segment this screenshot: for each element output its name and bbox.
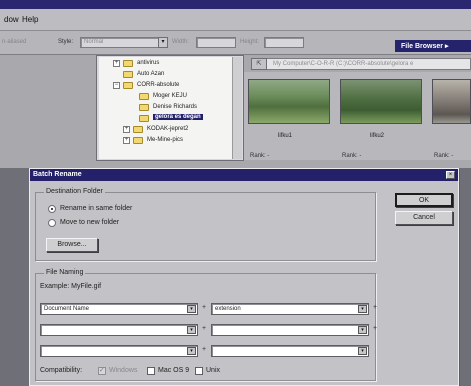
thumbnail-name: lifku1 (278, 133, 293, 139)
collapse-toggle-icon[interactable]: − (113, 82, 120, 89)
windows-label: Windows (109, 367, 138, 374)
naming-field-6[interactable]: ▾ (211, 345, 369, 357)
destination-folder-group: Destination Folder Rename in same folder… (35, 188, 376, 261)
browse-button[interactable]: Browse... (46, 238, 98, 252)
style-label: Style: (58, 39, 74, 45)
menubar: dow Help (0, 9, 471, 31)
thumbnail-image[interactable] (432, 79, 471, 124)
chevron-down-icon[interactable]: ▾ (358, 305, 367, 313)
expand-toggle-icon[interactable]: + (123, 137, 130, 144)
naming-field-value: Document Name (44, 306, 90, 312)
thumbnail-rank: Rank: - (434, 153, 454, 159)
open-folder-icon (123, 82, 133, 89)
style-select[interactable]: Normal (80, 37, 160, 48)
naming-field-3[interactable]: ▾ (40, 324, 198, 336)
thumbnail-rank: Rank: - (250, 153, 270, 159)
file-naming-legend: File Naming (44, 269, 86, 276)
mac-os9-checkbox[interactable] (147, 367, 155, 375)
unix-label[interactable]: Unix (206, 367, 220, 374)
close-icon[interactable]: × (446, 171, 455, 179)
width-input[interactable] (196, 37, 236, 48)
thumbnail-image[interactable] (340, 79, 422, 124)
naming-example: Example: MyFile.gif (40, 283, 102, 290)
folder-tree[interactable]: + antivirus Auto Azan − CORR-absolute Mo… (99, 57, 233, 159)
anti-aliased-label: n-aliased (2, 39, 27, 45)
menu-window[interactable]: dow (4, 15, 19, 24)
menu-help[interactable]: Help (22, 15, 38, 24)
chevron-down-icon[interactable]: ▾ (358, 326, 367, 334)
tree-item-label: Denise Richards (153, 104, 198, 110)
plus-sign: + (373, 304, 378, 311)
naming-field-5[interactable]: ▾ (40, 345, 198, 357)
mac-os9-label[interactable]: Mac OS 9 (158, 367, 189, 374)
file-browser-tab[interactable]: File Browser ▸ (395, 40, 471, 52)
style-dropdown-arrow[interactable]: ▾ (158, 37, 168, 48)
tree-scrollbar[interactable] (232, 57, 242, 159)
thumbnail-rank: Rank: - (342, 153, 362, 159)
rename-same-folder-radio[interactable] (48, 205, 56, 213)
unix-checkbox[interactable] (195, 367, 203, 375)
expand-toggle-icon[interactable]: + (123, 126, 130, 133)
width-label: Width: (172, 39, 190, 45)
folder-icon (123, 60, 133, 67)
folder-icon (133, 137, 143, 144)
cancel-button[interactable]: Cancel (395, 211, 453, 225)
folder-icon (123, 71, 133, 78)
path-up-icon[interactable]: ⇱ (251, 58, 267, 70)
naming-field-2[interactable]: extension ▾ (211, 303, 369, 315)
folder-icon (139, 93, 149, 100)
chevron-down-icon[interactable]: ▾ (187, 347, 196, 355)
folder-tree-panel: + antivirus Auto Azan − CORR-absolute Mo… (96, 55, 244, 161)
tree-item-label: CORR-absolute (137, 82, 180, 88)
window-title-strip (0, 0, 471, 9)
naming-field-value: extension (215, 306, 241, 312)
expand-toggle-icon[interactable]: + (113, 60, 120, 67)
tree-item-label: gelora es degan (153, 114, 203, 120)
plus-sign: + (202, 325, 207, 332)
rename-same-folder-label[interactable]: Rename in same folder (60, 205, 132, 212)
file-naming-group: File Naming Example: MyFile.gif Document… (35, 269, 378, 381)
tree-item-label: Me-Mine-pics (147, 137, 184, 143)
move-new-folder-label[interactable]: Move to new folder (60, 219, 119, 226)
naming-field-1[interactable]: Document Name ▾ (40, 303, 198, 315)
thumbnail-image[interactable] (248, 79, 330, 124)
compatibility-label: Compatibility: (40, 367, 83, 374)
height-input[interactable] (264, 37, 304, 48)
photoshop-window: dow Help n-aliased Style: Normal ▾ Width… (0, 0, 471, 168)
path-field[interactable]: My Computer\C-O-R-R (C:)\CORR-absolute\g… (252, 58, 471, 70)
batch-rename-dialog: Batch Rename × Destination Folder Rename… (29, 168, 459, 386)
move-new-folder-radio[interactable] (48, 219, 56, 227)
plus-sign: + (202, 304, 207, 311)
naming-field-4[interactable]: ▾ (211, 324, 369, 336)
folder-icon (133, 126, 143, 133)
windows-checkbox (98, 366, 106, 375)
height-label: Height: (240, 39, 260, 45)
destination-folder-legend: Destination Folder (44, 188, 105, 195)
dialog-title: Batch Rename (30, 169, 458, 181)
folder-icon (139, 104, 149, 111)
tree-item-label: antivirus (137, 60, 160, 66)
tree-item-label: Moger KEJU (153, 93, 188, 99)
chevron-down-icon[interactable]: ▾ (358, 347, 367, 355)
plus-sign: + (202, 346, 207, 353)
ok-button[interactable]: OK (395, 193, 453, 207)
open-folder-icon (139, 115, 149, 122)
chevron-down-icon[interactable]: ▾ (187, 305, 196, 313)
tree-item-label: KODAK-jepret2 (147, 126, 189, 132)
thumbnail-name: lifku2 (370, 133, 385, 139)
thumbnail-pane: lifku1 lifku2 Rank: - Rank: - Rank: - (244, 72, 471, 160)
plus-sign: + (373, 325, 378, 332)
tree-item-label: Auto Azan (137, 71, 165, 77)
chevron-down-icon[interactable]: ▾ (187, 326, 196, 334)
